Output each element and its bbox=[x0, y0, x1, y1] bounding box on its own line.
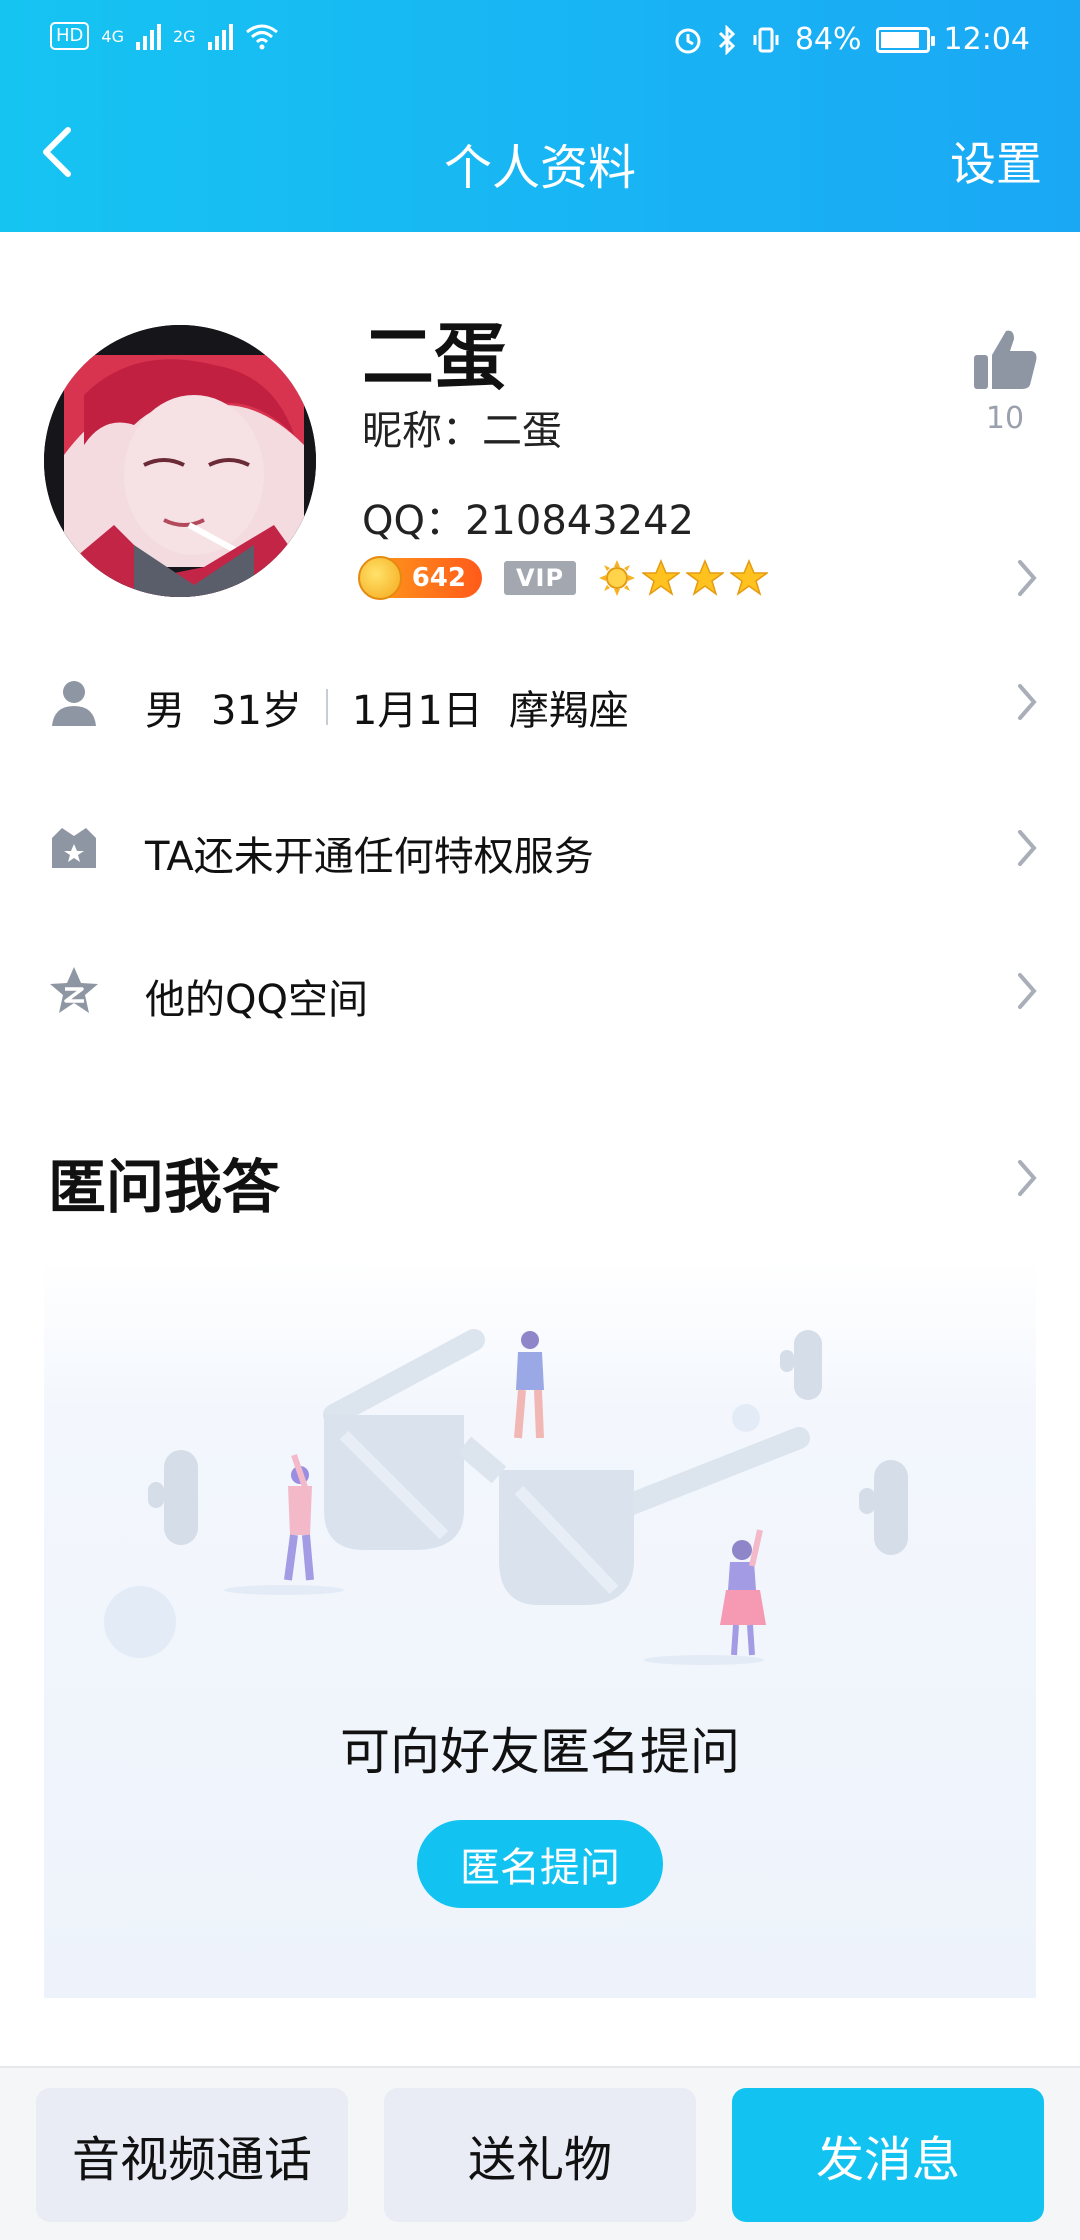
age: 31岁 bbox=[211, 688, 302, 734]
avatar[interactable] bbox=[44, 325, 316, 597]
privilege-text: TA还未开通任何特权服务 bbox=[145, 834, 594, 880]
status-right: 84% 12:04 bbox=[673, 22, 1030, 57]
zodiac: 摩羯座 bbox=[508, 688, 629, 734]
status-left: HD 4G 2G bbox=[50, 22, 279, 50]
sun-icon bbox=[599, 560, 635, 596]
bottom-action-bar: 音视频通话 送礼物 发消息 bbox=[0, 2066, 1080, 2240]
profile-qq-number: QQ：210843242 bbox=[362, 498, 695, 544]
like-count: 10 bbox=[985, 401, 1025, 436]
status-bar: HD 4G 2G 84% 12:04 bbox=[0, 0, 1080, 80]
level-badges[interactable]: 642 VIP bbox=[358, 556, 768, 600]
app-header: HD 4G 2G 84% 12:04 个人资料 设置 bbox=[0, 0, 1080, 232]
person-icon bbox=[52, 681, 96, 726]
avatar-illustration bbox=[44, 325, 316, 597]
coin-icon bbox=[358, 556, 402, 600]
video-call-button[interactable]: 音视频通话 bbox=[36, 2088, 348, 2222]
status-time: 12:04 bbox=[943, 22, 1030, 57]
hd-badge: HD bbox=[50, 22, 90, 50]
page-title: 个人资料 bbox=[443, 140, 636, 196]
basic-info-text: 男 31岁 1月1日 摩羯座 bbox=[145, 678, 629, 736]
level-icons bbox=[598, 559, 768, 597]
profile-nickname: 昵称：二蛋 bbox=[362, 408, 562, 454]
network-4g-label: 4G bbox=[101, 26, 124, 46]
bluetooth-icon bbox=[718, 24, 735, 55]
qzone-text: 他的QQ空间 bbox=[145, 977, 368, 1023]
qzone-row[interactable]: 他的QQ空间 bbox=[0, 937, 1080, 1047]
like-button[interactable]: 10 bbox=[968, 325, 1042, 436]
crown-icon bbox=[52, 828, 96, 868]
basic-info-row[interactable]: 男 31岁 1月1日 摩羯座 bbox=[0, 648, 1080, 758]
star-icon bbox=[642, 559, 680, 596]
alarm-icon bbox=[675, 28, 701, 53]
network-2g-label: 2G bbox=[172, 26, 196, 46]
star-icon bbox=[730, 559, 768, 596]
divider bbox=[325, 689, 328, 725]
chevron-right-icon bbox=[1018, 830, 1037, 866]
qa-prompt-text: 可向好友匿名提问 bbox=[340, 1723, 740, 1781]
anonymous-question-button[interactable]: 匿名提问 bbox=[417, 1820, 663, 1908]
battery-icon bbox=[875, 26, 935, 53]
chevron-right-icon bbox=[1018, 684, 1037, 720]
nav-bar: 个人资料 设置 bbox=[0, 100, 1080, 210]
thumbs-up-icon bbox=[974, 330, 1037, 389]
privilege-row[interactable]: TA还未开通任何特权服务 bbox=[0, 794, 1080, 904]
star-icon bbox=[686, 559, 724, 596]
signal-icon bbox=[135, 22, 161, 50]
vip-badge: VIP bbox=[504, 561, 576, 595]
send-gift-button[interactable]: 送礼物 bbox=[384, 2088, 696, 2222]
battery-percent: 84% bbox=[794, 22, 862, 57]
chevron-right-icon[interactable] bbox=[1016, 558, 1038, 598]
coin-badge: 642 bbox=[358, 556, 482, 600]
birthday: 1月1日 bbox=[351, 688, 483, 734]
qzone-star-icon bbox=[50, 967, 98, 1013]
send-message-button[interactable]: 发消息 bbox=[732, 2088, 1044, 2222]
qa-section-title: 匿问我答 bbox=[48, 1153, 281, 1221]
signal-icon-2 bbox=[207, 22, 233, 50]
gender: 男 bbox=[145, 688, 185, 734]
profile-name: 二蛋 bbox=[362, 315, 507, 399]
chevron-right-icon bbox=[1018, 973, 1037, 1009]
vibrate-icon bbox=[753, 27, 779, 52]
settings-button[interactable]: 设置 bbox=[950, 128, 1042, 194]
chevron-right-icon[interactable] bbox=[1016, 1158, 1038, 1198]
coin-value: 642 bbox=[411, 563, 466, 593]
wifi-icon bbox=[245, 24, 278, 50]
